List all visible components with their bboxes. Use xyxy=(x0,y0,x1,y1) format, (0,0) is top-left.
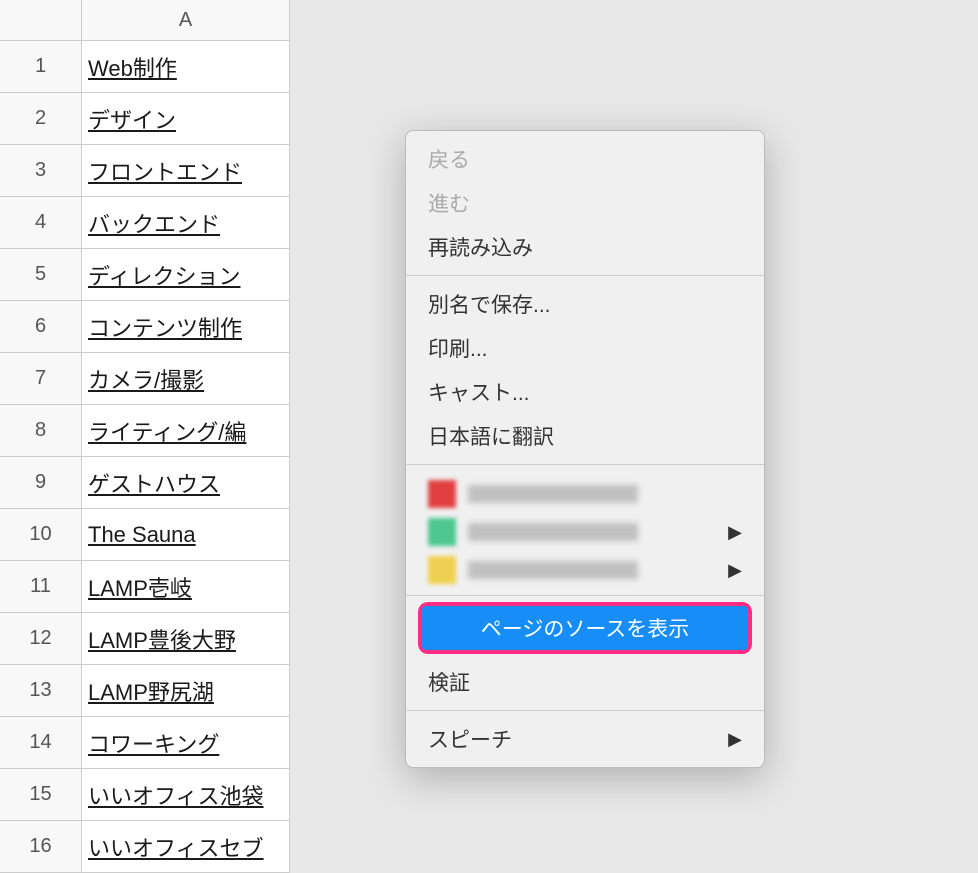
submenu-arrow-icon: ▶ xyxy=(728,560,742,581)
extensions-section: ▶ ▶ xyxy=(406,471,764,589)
row-header[interactable]: 13 xyxy=(0,665,82,716)
corner-cell[interactable] xyxy=(0,0,82,40)
column-header-a[interactable]: A xyxy=(82,0,290,40)
table-row: 7カメラ/撮影 xyxy=(0,353,290,405)
row-header[interactable]: 10 xyxy=(0,509,82,560)
cell-link[interactable]: カメラ/撮影 xyxy=(82,353,290,404)
row-header[interactable]: 15 xyxy=(0,769,82,820)
menu-forward: 進む xyxy=(406,181,764,225)
menu-translate[interactable]: 日本語に翻訳 xyxy=(406,414,764,458)
row-header[interactable]: 14 xyxy=(0,717,82,768)
table-row: 10The Sauna xyxy=(0,509,290,561)
extension-item[interactable] xyxy=(428,475,742,513)
menu-cast[interactable]: キャスト... xyxy=(406,370,764,414)
menu-reload[interactable]: 再読み込み xyxy=(406,225,764,269)
cell-link[interactable]: デザイン xyxy=(82,93,290,144)
extension-label-blurred xyxy=(468,523,638,541)
cell-link[interactable]: ライティング/編 xyxy=(82,405,290,456)
row-header[interactable]: 2 xyxy=(0,93,82,144)
table-row: 11LAMP壱岐 xyxy=(0,561,290,613)
menu-print[interactable]: 印刷... xyxy=(406,326,764,370)
header-row: A xyxy=(0,0,290,41)
menu-separator xyxy=(406,464,764,465)
menu-save-as[interactable]: 別名で保存... xyxy=(406,282,764,326)
submenu-arrow-icon: ▶ xyxy=(728,729,742,750)
extension-item[interactable]: ▶ xyxy=(428,551,742,589)
menu-speech[interactable]: スピーチ ▶ xyxy=(406,717,764,761)
table-row: 3フロントエンド xyxy=(0,145,290,197)
row-header[interactable]: 5 xyxy=(0,249,82,300)
row-header[interactable]: 1 xyxy=(0,41,82,92)
row-header[interactable]: 8 xyxy=(0,405,82,456)
row-header[interactable]: 6 xyxy=(0,301,82,352)
table-row: 6コンテンツ制作 xyxy=(0,301,290,353)
menu-back: 戻る xyxy=(406,137,764,181)
table-row: 15いいオフィス池袋 xyxy=(0,769,290,821)
row-header[interactable]: 16 xyxy=(0,821,82,872)
table-row: 9ゲストハウス xyxy=(0,457,290,509)
spreadsheet: A 1Web制作2デザイン3フロントエンド4バックエンド5ディレクション6コンテ… xyxy=(0,0,290,873)
cell-link[interactable]: Web制作 xyxy=(82,41,290,92)
cell-link[interactable]: LAMP壱岐 xyxy=(82,561,290,612)
cell-link[interactable]: いいオフィスセブ xyxy=(82,821,290,872)
cell-link[interactable]: いいオフィス池袋 xyxy=(82,769,290,820)
menu-speech-label: スピーチ xyxy=(428,724,512,754)
table-row: 14コワーキング xyxy=(0,717,290,769)
row-header[interactable]: 4 xyxy=(0,197,82,248)
cell-link[interactable]: コンテンツ制作 xyxy=(82,301,290,352)
table-row: 16いいオフィスセブ xyxy=(0,821,290,873)
menu-inspect[interactable]: 検証 xyxy=(406,660,764,704)
highlight-frame: ページのソースを表示 xyxy=(418,602,752,654)
menu-separator xyxy=(406,710,764,711)
extension-item[interactable]: ▶ xyxy=(428,513,742,551)
table-row: 8ライティング/編 xyxy=(0,405,290,457)
row-header[interactable]: 9 xyxy=(0,457,82,508)
table-row: 12LAMP豊後大野 xyxy=(0,613,290,665)
row-header[interactable]: 3 xyxy=(0,145,82,196)
row-header[interactable]: 11 xyxy=(0,561,82,612)
submenu-arrow-icon: ▶ xyxy=(728,522,742,543)
cell-link[interactable]: バックエンド xyxy=(82,197,290,248)
cell-link[interactable]: ディレクション xyxy=(82,249,290,300)
extension-icon xyxy=(428,480,456,508)
extension-label-blurred xyxy=(468,485,638,503)
cell-link[interactable]: コワーキング xyxy=(82,717,290,768)
table-row: 2デザイン xyxy=(0,93,290,145)
cell-link[interactable]: フロントエンド xyxy=(82,145,290,196)
row-header[interactable]: 7 xyxy=(0,353,82,404)
menu-separator xyxy=(406,275,764,276)
table-row: 4バックエンド xyxy=(0,197,290,249)
cell-link[interactable]: The Sauna xyxy=(82,509,290,560)
cell-link[interactable]: LAMP野尻湖 xyxy=(82,665,290,716)
menu-view-source[interactable]: ページのソースを表示 xyxy=(422,606,748,650)
menu-separator xyxy=(406,595,764,596)
extension-icon xyxy=(428,518,456,546)
cell-link[interactable]: LAMP豊後大野 xyxy=(82,613,290,664)
row-header[interactable]: 12 xyxy=(0,613,82,664)
extension-icon xyxy=(428,556,456,584)
extension-label-blurred xyxy=(468,561,638,579)
table-row: 1Web制作 xyxy=(0,41,290,93)
table-row: 13LAMP野尻湖 xyxy=(0,665,290,717)
context-menu: 戻る 進む 再読み込み 別名で保存... 印刷... キャスト... 日本語に翻… xyxy=(405,130,765,768)
cell-link[interactable]: ゲストハウス xyxy=(82,457,290,508)
table-row: 5ディレクション xyxy=(0,249,290,301)
